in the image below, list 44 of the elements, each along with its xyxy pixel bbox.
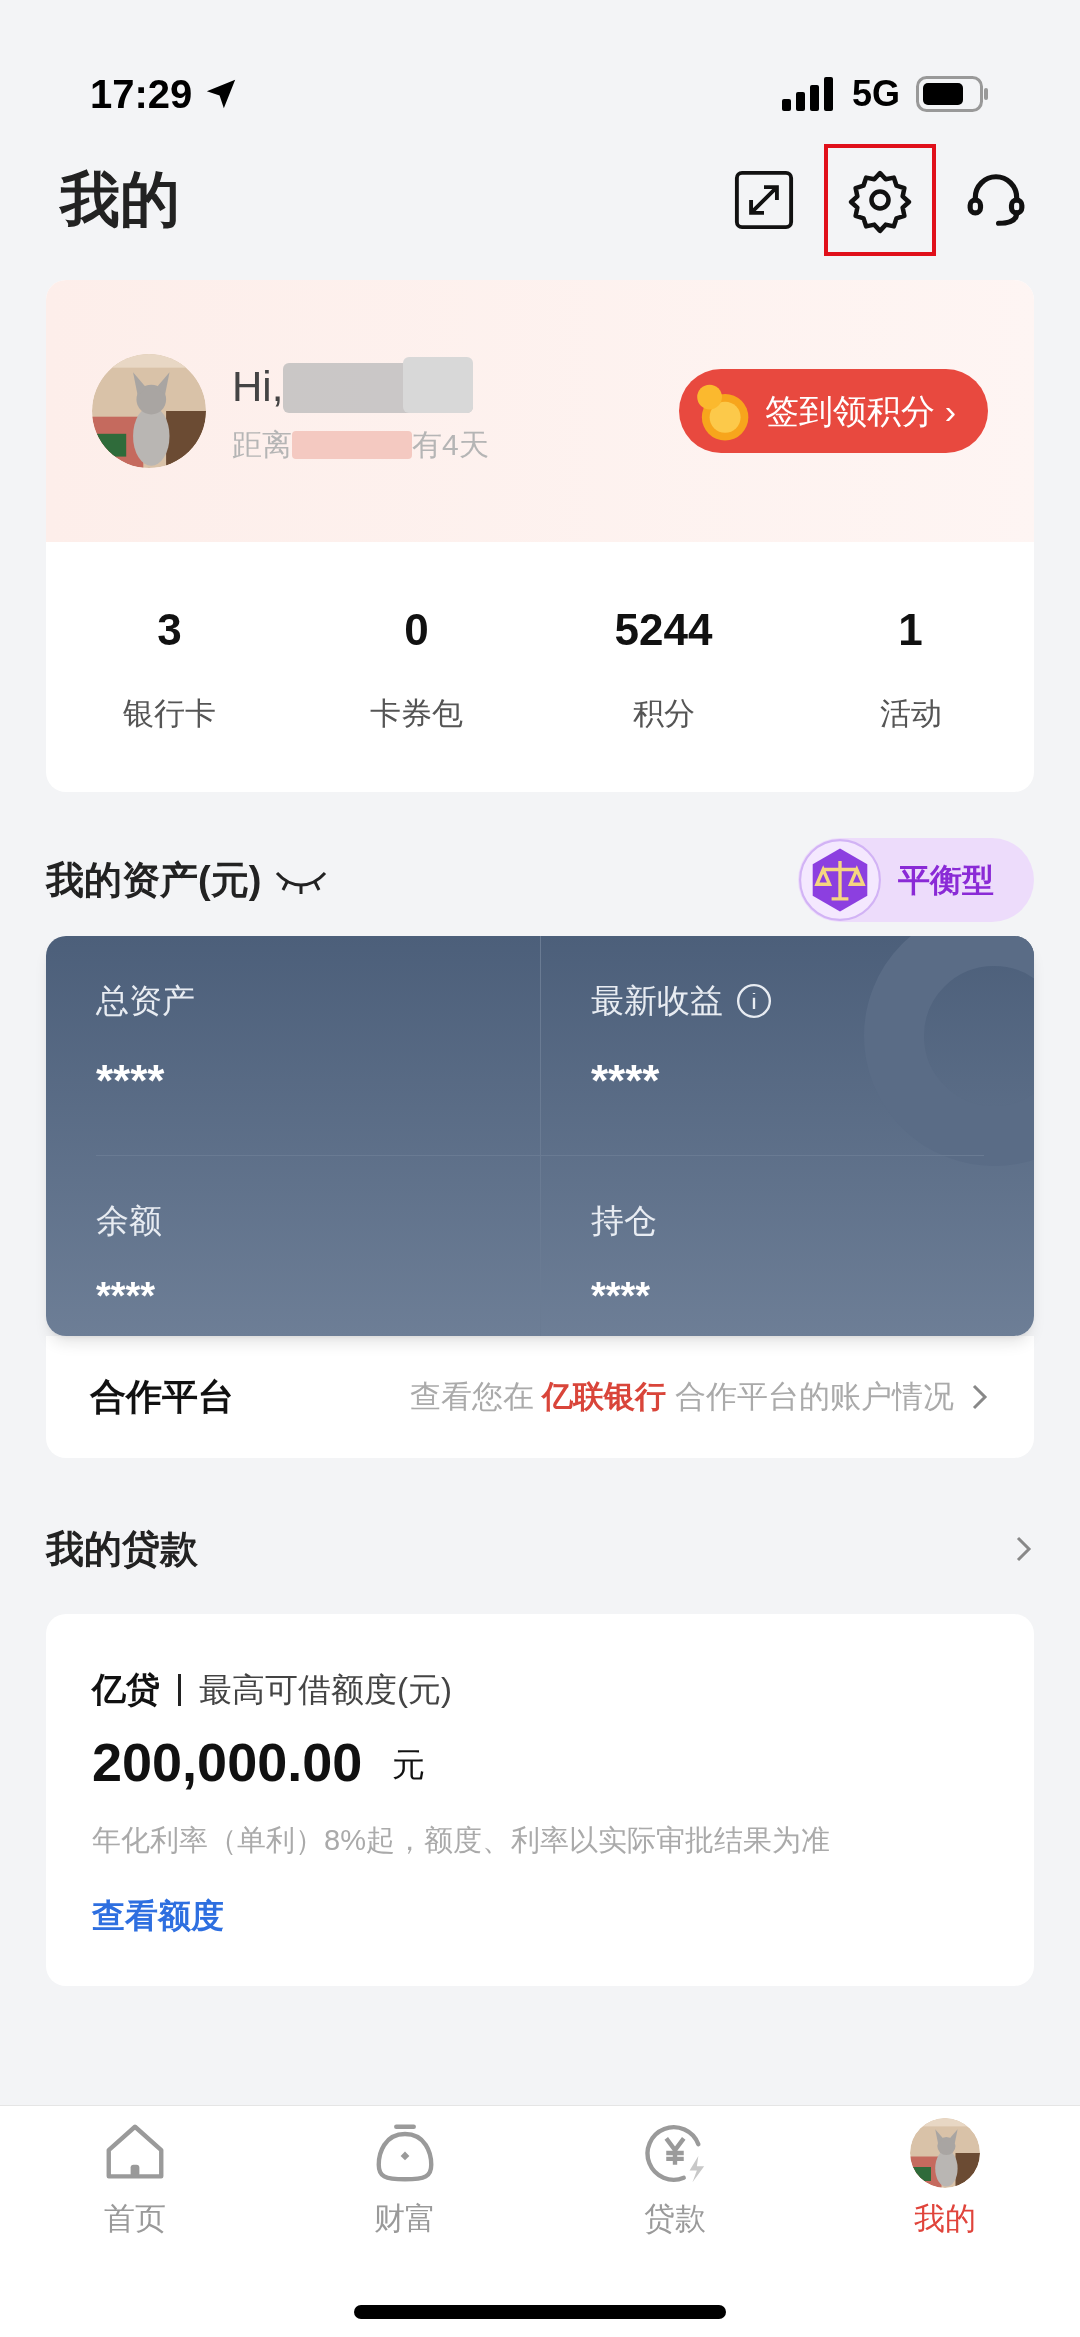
stat-item[interactable]: 3 银行卡 bbox=[46, 596, 293, 738]
stat-item[interactable]: 1 活动 bbox=[787, 596, 1034, 738]
tab-bar-item[interactable]: 贷款 bbox=[540, 2118, 810, 2243]
info-icon[interactable] bbox=[735, 981, 773, 1020]
amount-unit: 元 bbox=[392, 1744, 426, 1785]
stat-item[interactable]: 5244 积分 bbox=[540, 596, 787, 738]
tab-bar-item[interactable]: 财富 bbox=[270, 2118, 540, 2243]
asset-label: 总资产 bbox=[96, 981, 195, 1021]
settings-button[interactable] bbox=[824, 144, 936, 256]
expand-button[interactable] bbox=[732, 168, 796, 232]
risk-type-badge[interactable]: 平衡型 bbox=[798, 838, 1034, 922]
expand-icon bbox=[733, 169, 795, 231]
subtitle-text: 有4天 bbox=[412, 427, 489, 463]
loan-limit-label: 最高可借额度(元) bbox=[199, 1669, 452, 1710]
tab-bar-item[interactable]: 首页 bbox=[0, 2118, 270, 2243]
asset-label: 最新收益 bbox=[591, 981, 723, 1021]
stat-item[interactable]: 0 卡券包 bbox=[293, 596, 540, 738]
partner-title: 合作平台 bbox=[90, 1375, 234, 1419]
partner-description: 查看您在 亿联银行 合作平台的账户情况 bbox=[409, 1377, 954, 1416]
loan-amount: 200,000.00 bbox=[92, 1735, 363, 1789]
scales-icon bbox=[798, 838, 882, 922]
network-label: 5G bbox=[851, 72, 900, 116]
status-time: 17:29 bbox=[90, 71, 193, 118]
partner-platform-row[interactable]: 合作平台 查看您在 亿联银行 合作平台的账户情况 bbox=[46, 1336, 1034, 1458]
asset-label: 持仓 bbox=[591, 1201, 657, 1241]
battery-icon bbox=[916, 76, 990, 112]
signal-icon bbox=[781, 77, 836, 111]
asset-value: **** bbox=[96, 1054, 166, 1107]
asset-label: 余额 bbox=[96, 1201, 162, 1241]
asset-value: **** bbox=[96, 1273, 157, 1319]
loan-product: 亿贷 bbox=[92, 1669, 160, 1710]
subtitle-text: 距离 bbox=[232, 427, 292, 463]
section-title: 我的贷款 bbox=[46, 1526, 198, 1572]
loan-note: 年化利率（单利）8%起，额度、利率以实际审批结果为准 bbox=[92, 1823, 831, 1858]
chevron-right-icon bbox=[970, 1382, 990, 1412]
checkin-button[interactable]: 签到领积分 › bbox=[679, 369, 988, 453]
page-title: 我的 bbox=[60, 165, 180, 235]
asset-value: **** bbox=[591, 1273, 652, 1319]
tab-bar-item[interactable]: 我的 bbox=[810, 2118, 1080, 2243]
section-title: 我的资产(元) bbox=[46, 857, 262, 903]
greeting-text: Hi, bbox=[232, 362, 284, 412]
view-limit-link[interactable]: 查看额度 bbox=[92, 1890, 988, 1940]
asset-value: **** bbox=[591, 1054, 661, 1107]
chevron-right-icon[interactable] bbox=[1014, 1534, 1034, 1564]
